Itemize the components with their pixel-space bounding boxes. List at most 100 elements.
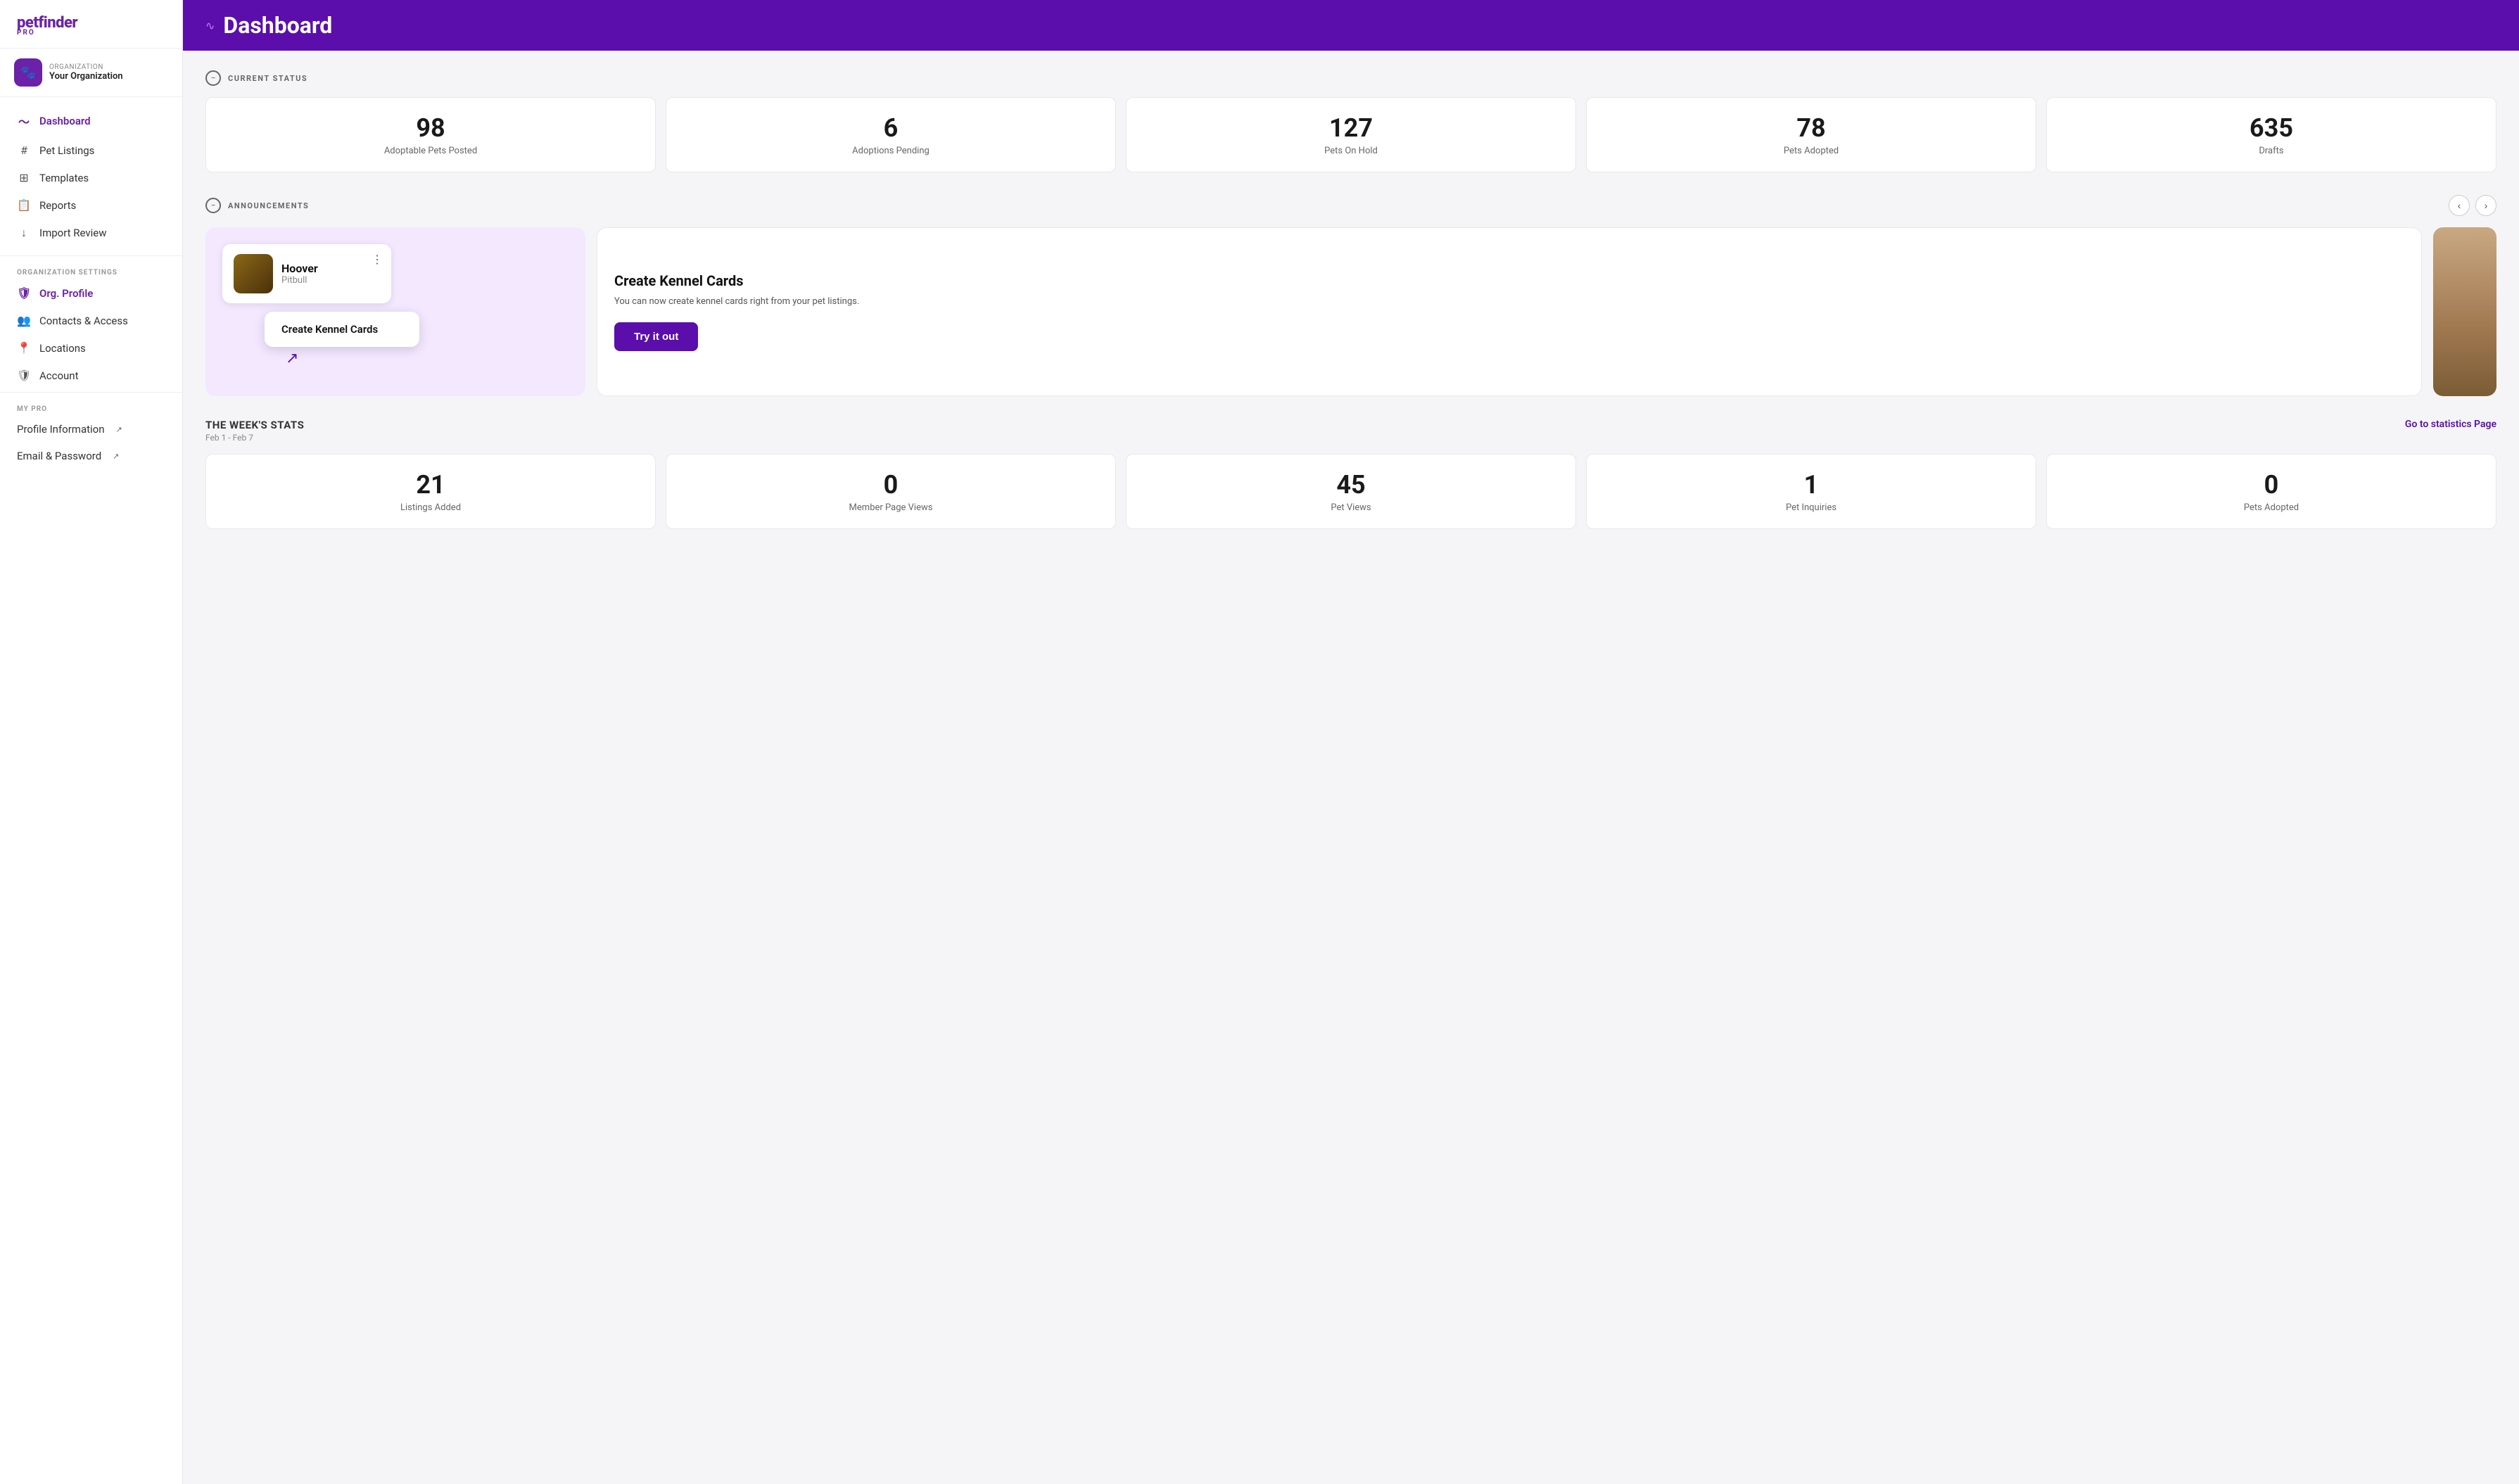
- profile-info-label: Profile Information: [17, 423, 105, 436]
- go-to-stats-link[interactable]: Go to statistics Page: [2405, 419, 2496, 430]
- announcements-header: − ANNOUNCEMENTS ‹ ›: [205, 195, 2496, 216]
- sidebar-item-label: Templates: [39, 172, 89, 184]
- stat-number: 0: [680, 470, 1101, 500]
- pet-card: Hoover Pitbull ⋮: [222, 244, 391, 303]
- current-status-header: − CURRENT STATUS: [205, 70, 2496, 86]
- sidebar-item-label: Locations: [39, 342, 86, 355]
- page-header: ∿ Dashboard: [183, 0, 2519, 51]
- stat-card-pending: 6 Adoptions Pending: [666, 97, 1116, 172]
- status-icon: −: [205, 70, 221, 86]
- week-stats-title: THE WEEK'S STATS: [205, 419, 304, 431]
- status-stats-grid: 98 Adoptable Pets Posted 6 Adoptions Pen…: [205, 97, 2496, 172]
- pet-photo-inner: [234, 254, 273, 293]
- sidebar-item-account[interactable]: 🛡 Account: [0, 362, 182, 389]
- external-link-icon-2: ↗: [113, 452, 119, 461]
- sidebar-item-label: Reports: [39, 199, 76, 212]
- week-stat-pet-views: 45 Pet Views: [1126, 454, 1576, 529]
- sidebar-item-label: Dashboard: [39, 115, 91, 127]
- stat-label: Pets Adopted: [1601, 146, 2022, 156]
- week-stats-grid: 21 Listings Added 0 Member Page Views 45…: [205, 454, 2496, 529]
- sidebar-item-label: Import Review: [39, 227, 107, 239]
- stat-card-adoptable: 98 Adoptable Pets Posted: [205, 97, 656, 172]
- week-date-range: Feb 1 - Feb 7: [205, 433, 304, 443]
- current-status-title: CURRENT STATUS: [228, 74, 307, 83]
- stat-label: Pet Inquiries: [1601, 502, 2022, 513]
- week-stat-pets-adopted: 0 Pets Adopted: [2046, 454, 2496, 529]
- stat-label: Pet Views: [1141, 502, 1561, 513]
- contacts-icon: 👥: [17, 314, 31, 327]
- dashboard-icon: 〜: [17, 113, 31, 129]
- stat-number: 635: [2061, 113, 2482, 143]
- ann-detail-title: Create Kennel Cards: [614, 272, 2404, 289]
- stat-number: 0: [2061, 470, 2482, 500]
- ann-next-button[interactable]: ›: [2475, 195, 2496, 216]
- logo-area: petfinder PRO: [0, 0, 182, 49]
- stat-label: Pets On Hold: [1141, 146, 1561, 156]
- week-stat-page-views: 0 Member Page Views: [666, 454, 1116, 529]
- sidebar-item-templates[interactable]: ⊞ Templates: [0, 164, 182, 191]
- sidebar-item-profile-info[interactable]: Profile Information ↗: [0, 416, 182, 443]
- kennel-card-popup: Create Kennel Cards: [265, 312, 419, 347]
- pet-listings-icon: #: [17, 144, 31, 157]
- org-settings-label: ORGANIZATION SETTINGS: [0, 259, 182, 279]
- external-link-icon: ↗: [116, 425, 122, 434]
- ann-image-partial: [2433, 227, 2496, 396]
- ann-nav: ‹ ›: [2449, 195, 2496, 216]
- import-icon: ↓: [17, 226, 31, 240]
- email-password-label: Email & Password: [17, 450, 101, 462]
- sidebar-item-contacts-access[interactable]: 👥 Contacts & Access: [0, 307, 182, 334]
- waveform-icon: ∿: [205, 19, 215, 32]
- pet-name: Hoover: [281, 262, 318, 275]
- sidebar-item-org-profile[interactable]: 🛡 Org. Profile: [0, 279, 182, 307]
- content-area: − CURRENT STATUS 98 Adoptable Pets Poste…: [183, 51, 2519, 1484]
- announcements-section: − ANNOUNCEMENTS ‹ › Hoover: [205, 195, 2496, 396]
- org-label: Organization: [49, 63, 123, 71]
- stat-number: 1: [1601, 470, 2022, 500]
- org-icon: 🐾: [14, 58, 42, 87]
- week-stat-listings-added: 21 Listings Added: [205, 454, 656, 529]
- sidebar-item-dashboard[interactable]: 〜 Dashboard: [0, 106, 182, 137]
- sidebar-item-pet-listings[interactable]: # Pet Listings: [0, 137, 182, 164]
- templates-icon: ⊞: [17, 171, 31, 184]
- ann-detail-desc: You can now create kennel cards right fr…: [614, 295, 2404, 309]
- week-stat-pet-inquiries: 1 Pet Inquiries: [1586, 454, 2036, 529]
- current-status-section: − CURRENT STATUS 98 Adoptable Pets Poste…: [205, 70, 2496, 172]
- ann-title: ANNOUNCEMENTS: [228, 201, 309, 210]
- stat-number: 21: [220, 470, 641, 500]
- org-selector[interactable]: 🐾 Organization Your Organization: [0, 49, 182, 97]
- locations-icon: 📍: [17, 341, 31, 355]
- main-nav: 〜 Dashboard # Pet Listings ⊞ Templates 📋…: [0, 97, 182, 256]
- stat-label: Pets Adopted: [2061, 502, 2482, 513]
- sidebar-item-reports[interactable]: 📋 Reports: [0, 191, 182, 219]
- ann-section-header: − ANNOUNCEMENTS: [205, 198, 309, 213]
- stat-number: 45: [1141, 470, 1561, 500]
- org-name: Your Organization: [49, 71, 123, 82]
- sidebar-item-locations[interactable]: 📍 Locations: [0, 334, 182, 362]
- stat-label: Member Page Views: [680, 502, 1101, 513]
- sidebar-item-import-review[interactable]: ↓ Import Review: [0, 219, 182, 247]
- sidebar-item-label: Contacts & Access: [39, 315, 128, 327]
- pet-photo: [234, 254, 273, 293]
- stat-number: 98: [220, 113, 641, 143]
- ann-feature-card: Hoover Pitbull ⋮ Create Kennel Cards ↗: [205, 227, 585, 396]
- stat-label: Listings Added: [220, 502, 641, 513]
- ann-icon: −: [205, 198, 221, 213]
- account-icon: 🛡: [17, 369, 31, 382]
- stat-label: Drafts: [2061, 146, 2482, 156]
- week-title-block: THE WEEK'S STATS Feb 1 - Feb 7: [205, 419, 304, 443]
- ann-cards-container: Hoover Pitbull ⋮ Create Kennel Cards ↗ C…: [205, 227, 2496, 396]
- sidebar-item-email-password[interactable]: Email & Password ↗: [0, 443, 182, 469]
- reports-icon: 📋: [17, 198, 31, 212]
- stat-card-adopted: 78 Pets Adopted: [1586, 97, 2036, 172]
- stat-number: 127: [1141, 113, 1561, 143]
- sidebar-item-label: Account: [39, 369, 79, 382]
- try-it-out-button[interactable]: Try it out: [614, 322, 698, 351]
- week-stats-section: THE WEEK'S STATS Feb 1 - Feb 7 Go to sta…: [205, 419, 2496, 529]
- pet-breed: Pitbull: [281, 275, 318, 286]
- week-stats-header: THE WEEK'S STATS Feb 1 - Feb 7 Go to sta…: [205, 419, 2496, 443]
- ann-prev-button[interactable]: ‹: [2449, 195, 2470, 216]
- cursor-indicator: ↗: [286, 350, 569, 367]
- pet-menu-button[interactable]: ⋮: [372, 253, 383, 266]
- org-settings-section: ORGANIZATION SETTINGS 🛡 Org. Profile 👥 C…: [0, 256, 182, 393]
- stat-number: 6: [680, 113, 1101, 143]
